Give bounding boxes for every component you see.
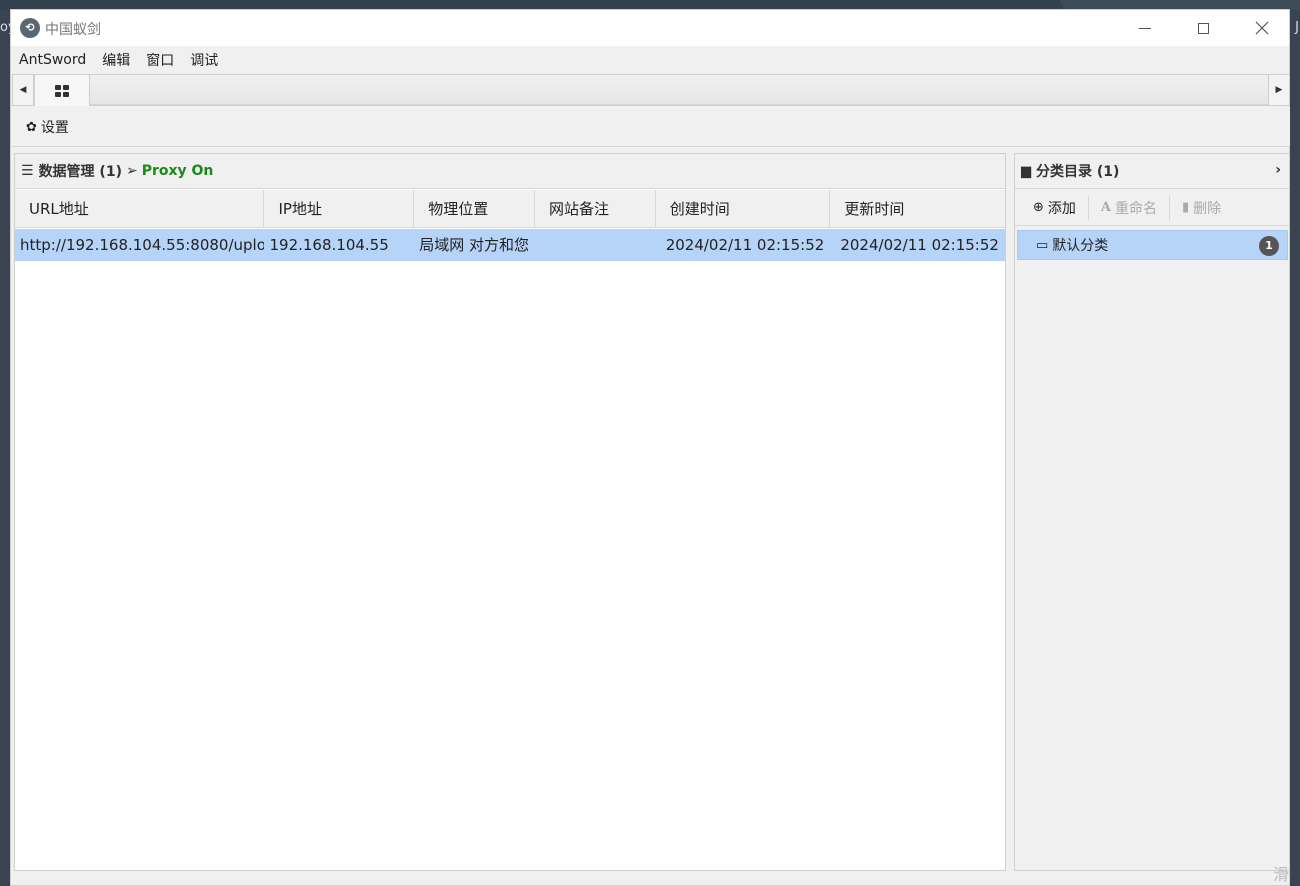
add-label: 添加 (1047, 200, 1076, 217)
data-management-panel: ☰ 数据管理 (1) ➢ Proxy On URL地址 IP地址 物理位置 网站… (14, 153, 1006, 871)
caret-right-icon: ▶ (1275, 85, 1283, 95)
antsword-logo-icon: ⟲ (20, 18, 40, 38)
desktop-left-edge (0, 10, 10, 886)
menu-window[interactable]: 窗口 (144, 50, 182, 70)
delete-label: 删除 (1193, 200, 1222, 217)
app-window: ⟲ 中国蚁剑 AntSword 编辑 窗口 调试 ◀ ▶ ✿ 设置 ☰ 数据管理… (10, 9, 1290, 886)
folder-icon: ▆ (1021, 163, 1031, 179)
column-header-updated[interactable]: 更新时间 (830, 190, 1005, 228)
rename-label: 重命名 (1115, 200, 1157, 217)
trash-icon: ▮ (1182, 200, 1190, 215)
add-category-button[interactable]: ⊕ 添加 (1015, 195, 1089, 220)
column-header-url[interactable]: URL地址 (15, 190, 265, 228)
menu-bar: AntSword 编辑 窗口 调试 (11, 46, 1289, 74)
proxy-status: Proxy On (141, 163, 214, 179)
maximize-button[interactable] (1174, 10, 1232, 46)
maximize-icon (1197, 22, 1209, 34)
grid-icon (55, 84, 69, 97)
table-header: URL地址 IP地址 物理位置 网站备注 创建时间 更新时间 (15, 190, 1005, 228)
category-toolbar: ⊕ 添加 A 重命名 ▮ 删除 (1015, 190, 1289, 226)
settings-label: 设置 (40, 120, 69, 136)
desktop-right-edge (1290, 10, 1300, 886)
menu-edit[interactable]: 编辑 (100, 50, 138, 70)
paper-plane-icon: ➢ (125, 163, 138, 179)
data-panel-header: ☰ 数据管理 (1) ➢ Proxy On (15, 154, 1005, 189)
column-header-note[interactable]: 网站备注 (535, 190, 656, 228)
delete-category-button[interactable]: ▮ 删除 (1170, 196, 1233, 220)
gear-icon: ✿ (26, 119, 37, 135)
tab-home[interactable] (34, 74, 90, 106)
toolbar: ✿ 设置 (12, 107, 1290, 147)
font-icon: A (1100, 200, 1111, 215)
cell-url: http://192.168.104.55:8080/upload (20, 236, 265, 254)
category-panel: ▆ 分类目录 (1) › ⊕ 添加 A 重命名 ▮ 删除 ▭ 默认分类 1 (1014, 153, 1290, 871)
window-title: 中国蚁剑 (45, 22, 101, 38)
chevron-right-icon[interactable]: › (1275, 162, 1281, 178)
cell-ip: 192.168.104.55 (269, 236, 389, 254)
caret-left-icon: ◀ (19, 85, 27, 95)
tab-strip-empty (90, 75, 1270, 105)
cell-note (535, 229, 656, 261)
settings-button[interactable]: ✿ 设置 (26, 117, 69, 137)
category-count-badge: 1 (1259, 236, 1279, 256)
close-icon (1255, 21, 1269, 35)
list-icon: ☰ (21, 163, 34, 179)
cell-location: 局域网 对方和您 (419, 236, 529, 254)
category-item-default[interactable]: ▭ 默认分类 1 (1017, 230, 1288, 260)
desktop-right-text: J (1295, 20, 1299, 35)
category-panel-header: ▆ 分类目录 (1) › (1015, 154, 1289, 189)
category-list: ▭ 默认分类 1 (1017, 230, 1288, 260)
rename-category-button[interactable]: A 重命名 (1089, 195, 1170, 220)
tab-scroll-left-button[interactable]: ◀ (13, 75, 34, 105)
menu-antsword[interactable]: AntSword (17, 52, 94, 68)
menu-debug[interactable]: 调试 (188, 50, 226, 70)
cell-created: 2024/02/11 02:15:52 (665, 236, 825, 254)
tab-strip: ◀ ▶ (12, 74, 1290, 106)
category-item-label: 默认分类 (1052, 238, 1109, 254)
column-header-created[interactable]: 创建时间 (656, 190, 831, 228)
corner-text: 滑 (1272, 865, 1289, 884)
plus-circle-icon: ⊕ (1033, 200, 1044, 215)
folder-open-icon: ▭ (1036, 237, 1049, 253)
column-header-ip[interactable]: IP地址 (264, 190, 415, 228)
title-bar[interactable]: ⟲ 中国蚁剑 (11, 10, 1289, 46)
minimize-icon (1139, 27, 1151, 29)
close-button[interactable] (1233, 10, 1291, 46)
table-body: http://192.168.104.55:8080/upload 192.16… (15, 229, 1005, 261)
minimize-button[interactable] (1116, 10, 1174, 46)
category-panel-title: 分类目录 (1) (1036, 164, 1120, 180)
tab-scroll-right-button[interactable]: ▶ (1268, 75, 1289, 105)
data-panel-title: 数据管理 (1) (38, 164, 122, 180)
table-row[interactable]: http://192.168.104.55:8080/upload 192.16… (15, 229, 1005, 261)
cell-updated: 2024/02/11 02:15:52 (840, 236, 999, 254)
column-header-location[interactable]: 物理位置 (414, 190, 535, 228)
